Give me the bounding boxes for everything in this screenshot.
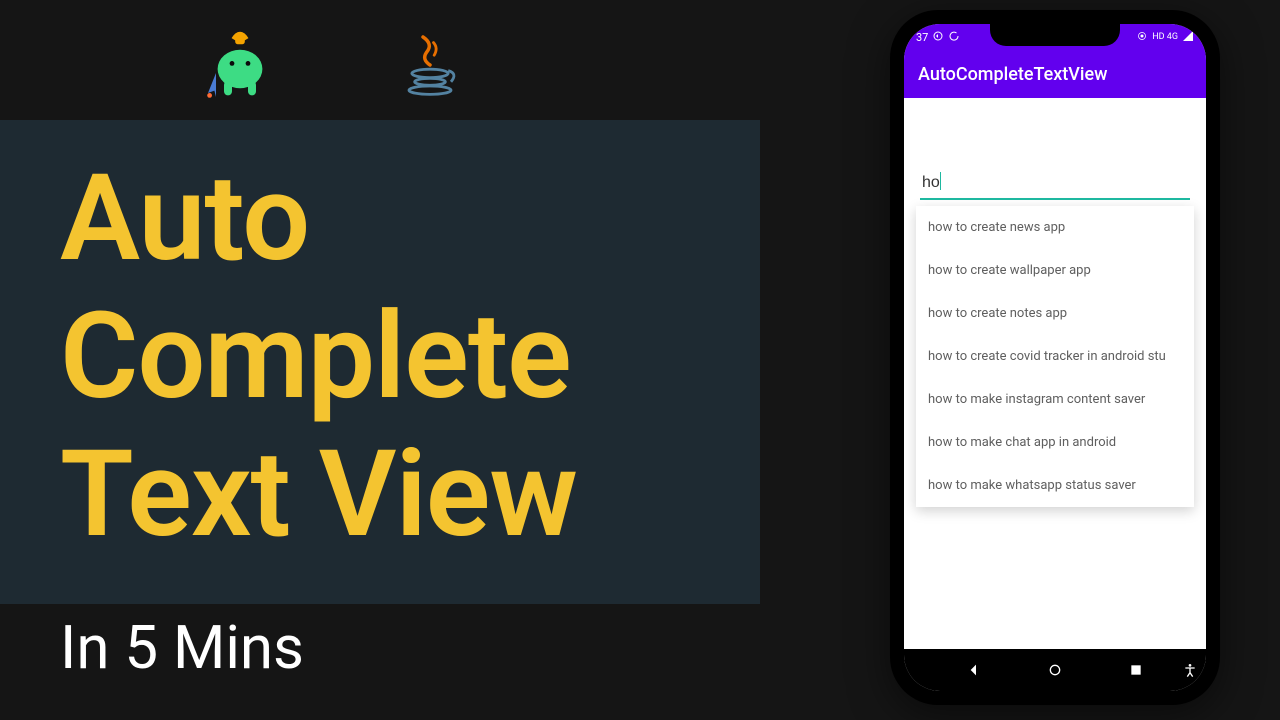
app-bar: AutoCompleteTextView <box>904 50 1206 98</box>
status-time: 37 <box>916 31 928 44</box>
app-bar-title: AutoCompleteTextView <box>918 64 1108 85</box>
suggestion-item[interactable]: how to make whatsapp status saver <box>916 464 1194 507</box>
phone-frame: 37 HD 4G AutoCompleteTextView <box>890 10 1220 705</box>
nav-back-button[interactable] <box>966 662 982 678</box>
status-network-label: HD 4G <box>1152 32 1178 42</box>
nav-home-button[interactable] <box>1047 662 1063 678</box>
status-hotspot-icon <box>1136 30 1148 45</box>
suggestion-item[interactable]: how to create news app <box>916 206 1194 249</box>
thumbnail-left: Auto Complete Text View In 5 Mins <box>0 0 820 720</box>
title-line-2: Complete <box>60 288 700 426</box>
phone-screen: 37 HD 4G AutoCompleteTextView <box>904 24 1206 691</box>
icons-row <box>200 25 460 109</box>
suggestion-item[interactable]: how to make chat app in android <box>916 421 1194 464</box>
autocomplete-input[interactable] <box>920 168 1190 200</box>
phone-notch <box>990 24 1120 46</box>
autocomplete-field-wrap <box>920 168 1190 200</box>
title-block: Auto Complete Text View <box>0 120 760 604</box>
status-cloud-icon <box>932 30 944 45</box>
suggestion-dropdown: how to create news app how to create wal… <box>916 206 1194 507</box>
subtitle-text: In 5 Mins <box>60 612 304 683</box>
status-sync-icon <box>948 30 960 45</box>
title-line-3: Text View <box>60 426 700 564</box>
status-signal-icon <box>1182 30 1194 45</box>
android-nav-bar <box>904 649 1206 691</box>
text-cursor <box>940 172 941 190</box>
nav-accessibility-icon[interactable] <box>1182 662 1198 678</box>
java-icon <box>400 30 460 104</box>
android-studio-icon <box>200 25 280 109</box>
suggestion-item[interactable]: how to create notes app <box>916 292 1194 335</box>
suggestion-item[interactable]: how to create wallpaper app <box>916 249 1194 292</box>
title-line-1: Auto <box>60 150 700 288</box>
suggestion-item[interactable]: how to make instagram content saver <box>916 378 1194 421</box>
nav-recent-button[interactable] <box>1128 662 1144 678</box>
app-content: how to create news app how to create wal… <box>904 98 1206 649</box>
suggestion-item[interactable]: how to create covid tracker in android s… <box>916 335 1194 378</box>
